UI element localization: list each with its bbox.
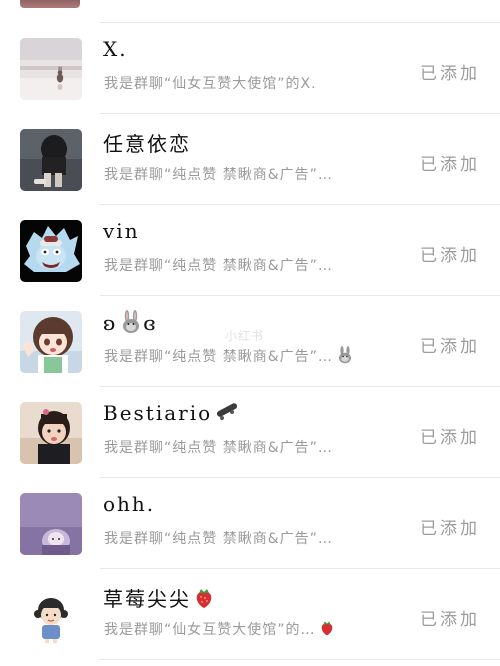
list-item[interactable]: vin 我是群聊“纯点赞 禁瞅商&广告”… 已添加 [0, 205, 500, 296]
strawberry-icon [319, 619, 335, 641]
purple-anime-avatar [20, 493, 82, 555]
list-item[interactable]: X. 我是群聊“仙女互赞大使馆”的X. 已添加 [0, 23, 500, 114]
list-item[interactable]: 草莓尖尖 我是群聊“仙女互赞大使馆”的… 已添加 [0, 569, 500, 660]
dark-figure-avatar [20, 129, 82, 191]
request-message: 我是群聊“仙女互赞大使馆”的X. [104, 76, 317, 92]
skateboard-icon [214, 401, 240, 428]
contact-name: X. [103, 37, 128, 61]
anime-girl-avatar [20, 311, 82, 373]
contact-name: Bestiario [103, 401, 240, 428]
contact-name: ohh. [103, 492, 156, 516]
name-text: 草莓尖尖 [103, 587, 191, 611]
name-suffix: ɞ [143, 311, 158, 335]
contact-name: 任意依恋 [103, 132, 191, 156]
strawberry-icon [193, 586, 215, 615]
added-status: 已添加 [420, 246, 480, 266]
added-status: 已添加 [420, 155, 480, 175]
request-message: 我是群聊“纯点赞 禁瞅商&广告”… [104, 531, 333, 547]
list-item-partial[interactable] [0, 0, 500, 23]
rabbit-icon [119, 310, 143, 339]
list-item[interactable]: 任意依恋 我是群聊“纯点赞 禁瞅商&广告”… 已添加 [0, 114, 500, 205]
divider [100, 659, 500, 660]
rabbit-icon [336, 346, 354, 368]
added-status: 已添加 [420, 337, 480, 357]
contact-name: vin [103, 219, 140, 243]
contact-name: ʚ ɞ [103, 310, 158, 339]
child-photo-avatar [20, 402, 82, 464]
list-item[interactable]: ohh. 我是群聊“纯点赞 禁瞅商&广告”… 已添加 [0, 478, 500, 569]
anime-white-hair-avatar [20, 220, 82, 282]
request-message-text: 我是群聊“仙女互赞大使馆”的… [104, 622, 316, 638]
request-message: 我是群聊“纯点赞 禁瞅商&广告”… [104, 440, 333, 456]
request-message: 我是群聊“纯点赞 禁瞅商&广告”… [104, 167, 333, 183]
watermark: 小红书 [225, 329, 265, 343]
cartoon-girl-avatar [20, 584, 82, 646]
name-prefix: ʚ [103, 311, 118, 335]
added-status: 已添加 [420, 64, 480, 84]
avatar [20, 0, 80, 8]
list-item[interactable]: Bestiario 我是群聊“纯点赞 禁瞅商&广告”… 已添加 [0, 387, 500, 478]
added-status: 已添加 [420, 519, 480, 539]
request-message: 我是群聊“纯点赞 禁瞅商&广告”… [104, 346, 354, 368]
added-status: 已添加 [420, 610, 480, 630]
request-message-text: 我是群聊“纯点赞 禁瞅商&广告”… [104, 349, 333, 365]
name-text: Bestiario [103, 401, 213, 425]
added-status: 已添加 [420, 428, 480, 448]
contact-name: 草莓尖尖 [103, 583, 215, 615]
request-message: 我是群聊“仙女互赞大使馆”的… [104, 619, 335, 641]
snow-rabbit-avatar [20, 38, 82, 100]
request-message: 我是群聊“纯点赞 禁瞅商&广告”… [104, 258, 333, 274]
